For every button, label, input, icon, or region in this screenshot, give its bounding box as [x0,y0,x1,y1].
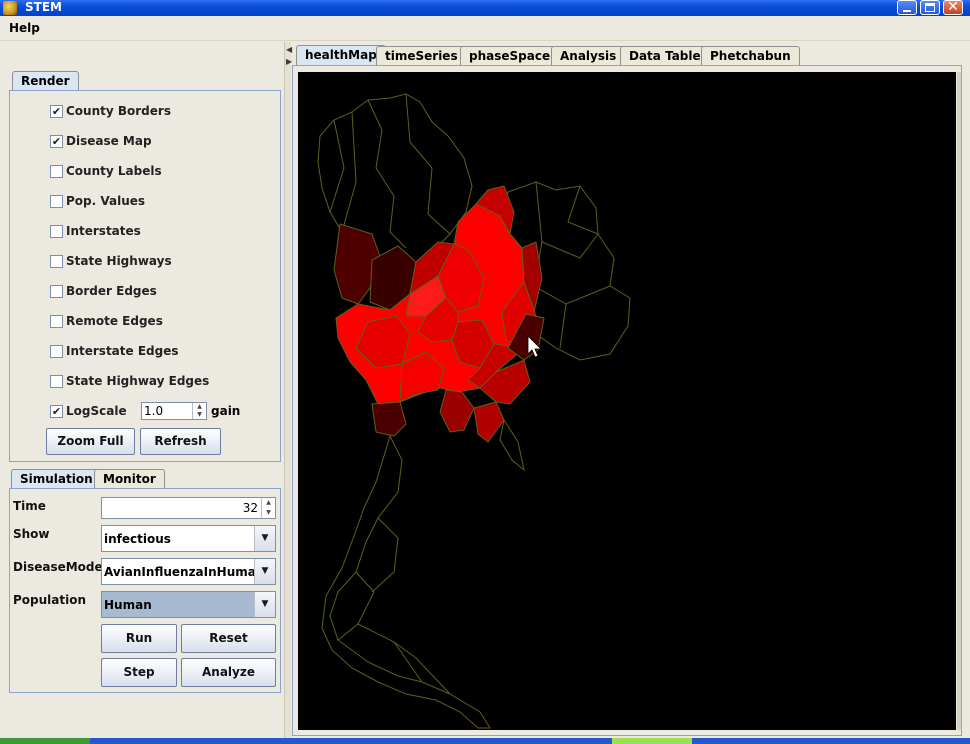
checkbox-box[interactable]: ✔ [50,105,63,118]
population-select[interactable]: Human ▼ [101,591,276,618]
time-label: Time [13,499,46,513]
map-region[interactable] [499,418,525,472]
checkbox-box[interactable]: ✔ [50,405,63,418]
start-button[interactable] [0,738,90,744]
disease-model-label: DiseaseModel [13,560,107,574]
spin-down-icon[interactable]: ▼ [193,411,206,419]
maximize-icon [925,3,935,12]
checkbox-label: Border Edges [66,284,157,298]
checkbox-label: State Highways [66,254,172,268]
chevron-down-icon[interactable]: ▼ [254,559,275,584]
map-region[interactable] [439,389,475,433]
health-map-canvas[interactable] [298,72,956,730]
app-icon [3,1,17,15]
menu-help[interactable]: Help [9,21,40,35]
checkbox-label: Pop. Values [66,194,146,208]
spin-up-icon[interactable]: ▲ [262,498,275,508]
checkbox-box[interactable] [50,195,63,208]
checkbox-label: Disease Map [66,134,152,148]
close-button[interactable]: ✕ [943,0,963,15]
taskbar-tray [612,738,692,744]
map-region[interactable] [371,401,407,437]
checkbox-label: County Labels [66,164,162,178]
collapse-left-icon[interactable]: ◀ [286,46,292,54]
step-button[interactable]: Step [101,658,177,687]
checkbox-label: Interstate Edges [66,344,179,358]
spin-down-icon[interactable]: ▼ [262,508,275,518]
map-region[interactable] [473,401,505,443]
tab-timeseries[interactable]: timeSeries [376,46,467,66]
thailand-map [317,93,631,729]
checkbox-label: Remote Edges [66,314,163,328]
disease-model-value: AvianInfluenzaInHumans [104,565,272,579]
tab-phetchabun[interactable]: Phetchabun [701,46,800,66]
chevron-down-icon[interactable]: ▼ [254,592,275,617]
zoom-full-button[interactable]: Zoom Full [46,428,135,455]
checkbox-box[interactable]: ✔ [50,135,63,148]
tab-render[interactable]: Render [12,71,79,91]
run-button[interactable]: Run [101,624,177,653]
checkbox-box[interactable] [50,345,63,358]
show-value: infectious [104,532,171,546]
split-divider[interactable]: ◀ ▶ [284,42,292,738]
spin-up-icon[interactable]: ▲ [193,403,206,411]
time-value: 32 [242,501,258,515]
population-label: Population [13,593,87,607]
refresh-button[interactable]: Refresh [140,428,221,455]
analyze-button[interactable]: Analyze [181,658,276,687]
spinner-arrows[interactable]: ▲ ▼ [192,403,206,419]
reset-button[interactable]: Reset [181,624,276,653]
checkbox-box[interactable] [50,315,63,328]
checkbox-label: Interstates [66,224,141,238]
chevron-down-icon[interactable]: ▼ [254,526,275,551]
checkbox-label: State Highway Edges [66,374,210,388]
time-spinner-arrows[interactable]: ▲ ▼ [261,498,275,518]
checkbox-box[interactable] [50,165,63,178]
gain-label: gain [211,404,241,418]
maximize-button[interactable] [920,0,940,15]
show-select[interactable]: infectious ▼ [101,525,276,552]
show-label: Show [13,527,50,541]
tab-analysis[interactable]: Analysis [551,46,626,66]
time-field[interactable]: 32 ▲ ▼ [101,497,276,519]
tab-simulation[interactable]: Simulation [11,469,102,489]
checkbox-box[interactable] [50,375,63,388]
checkbox-box[interactable] [50,285,63,298]
window-title: STEM [25,0,62,14]
menu-bar: Help [0,16,970,41]
title-bar: STEM ✕ [0,0,970,16]
map-region[interactable] [321,434,491,729]
tab-healthmap[interactable]: healthMap [296,45,386,66]
taskbar [0,738,970,744]
close-icon: ✕ [947,0,959,15]
checkbox-box[interactable] [50,225,63,238]
gain-spinner[interactable]: 1.0 ▲ ▼ [141,402,207,420]
minimize-icon [903,10,911,12]
population-value: Human [104,598,152,612]
tab-phasespace[interactable]: phaseSpace [460,46,560,66]
disease-model-select[interactable]: AvianInfluenzaInHumans ▼ [101,558,276,585]
checkbox-label: LogScale [66,404,127,418]
minimize-button[interactable] [897,0,917,15]
map-scrollbar[interactable] [957,72,961,730]
checkbox-label: County Borders [66,104,171,118]
tab-monitor[interactable]: Monitor [94,469,165,489]
gain-value[interactable]: 1.0 [144,404,163,418]
tab-data-table[interactable]: Data Table [620,46,710,66]
checkbox-box[interactable] [50,255,63,268]
